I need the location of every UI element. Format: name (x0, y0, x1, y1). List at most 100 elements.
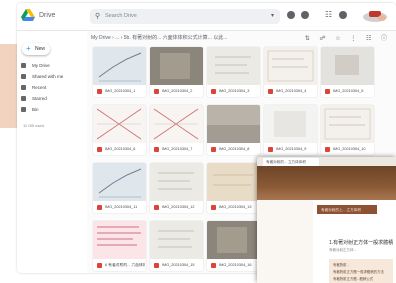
file-thumbnail (93, 47, 146, 85)
file-card[interactable]: IMG_20210304_9 (264, 105, 317, 155)
file-thumbnail (207, 163, 260, 201)
file-name: IMG_20210304_15 (162, 263, 195, 267)
file-card[interactable]: IMG_20210304_6 (93, 105, 146, 155)
breadcrumb: My Drive › ... › 5b. 有著对射的... 六面体体积公式计算.… (91, 33, 391, 43)
file-thumbnail (321, 105, 374, 143)
file-card[interactable]: IMG_20210304_5 (321, 47, 374, 97)
file-thumbnail (264, 105, 317, 143)
file-card[interactable]: IMG_20210304_2 (150, 47, 203, 97)
file-card[interactable]: IMG_20210304_1 (93, 47, 146, 97)
shared-icon (21, 74, 26, 79)
pdf-file-icon (154, 89, 159, 94)
trash-icon (21, 107, 26, 112)
new-button[interactable]: + New (22, 43, 50, 55)
preview-margin (257, 200, 313, 283)
sidebar: + New My Drive Shared with me Recent Sta… (17, 31, 87, 273)
preview-tab[interactable]: 有著对射的... 立方体体积 (263, 158, 319, 166)
file-card[interactable]: IMG_20210304_7 (150, 105, 203, 155)
storage-label: 11 GB used (23, 123, 44, 128)
file-name: IMG_20210304_6 (105, 147, 136, 151)
drive-logo-icon (21, 9, 35, 21)
preview-hero-image (257, 166, 396, 200)
preview-line: 有著對射正方體一般求體積的方法 (333, 270, 384, 274)
file-card[interactable]: IMG_20210304_13 (207, 163, 260, 213)
file-name: IMG_20210304_9 (276, 147, 307, 151)
preview-line: 有著對射... (333, 263, 350, 267)
search-placeholder: Search Drive (105, 13, 137, 19)
file-thumbnail (207, 221, 260, 259)
preview-subtitle: 有著对射正方体... (329, 248, 357, 252)
screenshot-stage: Drive ⚲ Search Drive ▾ ☷ + New My Drive … (0, 0, 396, 283)
file-thumbnail (207, 105, 260, 143)
file-thumbnail (150, 105, 203, 143)
file-card[interactable]: IMG_20210304_8 (207, 105, 260, 155)
file-name: IMG_20210304_3 (219, 89, 250, 93)
search-icon: ⚲ (95, 13, 101, 20)
pdf-file-icon (211, 147, 216, 152)
file-thumbnail (93, 221, 146, 259)
file-name: IMG_20210304_10 (333, 147, 366, 151)
preview-content-box: 有著對射... 有著對射正方體一般求體積的方法 有著對射正方體...體積公式 (329, 259, 393, 283)
pdf-file-icon (97, 89, 102, 94)
pdf-file-icon (154, 147, 159, 152)
pdf-file-icon (211, 205, 216, 210)
plus-icon: + (26, 44, 31, 53)
pdf-file-icon (211, 89, 216, 94)
pdf-file-icon (268, 89, 273, 94)
file-name: IMG_20210304_7 (162, 147, 193, 151)
sidebar-item-bin[interactable]: Bin (20, 105, 80, 115)
sidebar-item-label: Recent (32, 85, 47, 90)
pdf-file-icon (211, 263, 216, 268)
file-thumbnail (321, 47, 374, 85)
breadcrumb-path[interactable]: My Drive › ... › 5b. 有著对射的... 六面体体积公式计算.… (91, 34, 227, 41)
file-name: 6 有著对射的... 六面体体积公式计算 以此... (105, 263, 145, 267)
file-name: IMG_20210304_12 (162, 205, 195, 209)
apps-grid-icon[interactable]: ☷ (325, 11, 332, 19)
file-name: IMG_20210304_11 (105, 205, 138, 209)
sidebar-item-my-drive[interactable]: My Drive (20, 61, 80, 71)
file-card[interactable]: IMG_20210304_16 (207, 221, 260, 271)
avatar[interactable] (362, 9, 388, 23)
sidebar-item-starred[interactable]: Starred (20, 94, 80, 104)
file-name: IMG_20210304_2 (162, 89, 193, 93)
file-card[interactable]: IMG_20210304_10 (321, 105, 374, 155)
star-icon (21, 96, 26, 101)
app-brand: Drive (39, 12, 56, 19)
view-toolbar[interactable]: ⇅ ☍ ☆ ⋮ ☷ ⓘ (305, 33, 391, 42)
file-card[interactable]: 6 有著对射的... 六面体体积公式计算 以此... (93, 221, 146, 271)
pdf-file-icon (97, 147, 102, 152)
new-button-label: New (35, 46, 46, 52)
file-thumbnail (93, 105, 146, 143)
file-name: IMG_20210304_8 (219, 147, 250, 151)
pdf-file-icon (97, 263, 102, 268)
preview-tab-bar: 有著对射的... 立方体体积 (257, 157, 396, 166)
file-card[interactable]: IMG_20210304_15 (150, 221, 203, 271)
account-icon[interactable] (339, 11, 347, 19)
my-drive-icon (21, 63, 26, 68)
settings-icon[interactable] (301, 11, 309, 19)
pdf-file-icon (325, 147, 330, 152)
pdf-file-icon (325, 89, 330, 94)
pdf-file-icon (268, 147, 273, 152)
file-name: IMG_20210304_1 (105, 89, 136, 93)
file-card[interactable]: IMG_20210304_11 (93, 163, 146, 213)
file-card[interactable]: IMG_20210304_3 (207, 47, 260, 97)
pdf-file-icon (154, 263, 159, 268)
file-thumbnail (207, 47, 260, 85)
file-name: IMG_20210304_13 (219, 205, 252, 209)
search-options-icon[interactable]: ▾ (271, 12, 274, 19)
sidebar-item-recent[interactable]: Recent (20, 83, 80, 93)
file-thumbnail (150, 47, 203, 85)
pdf-file-icon (154, 205, 159, 210)
search-input[interactable]: ⚲ Search Drive ▾ (90, 9, 280, 24)
preview-line: 有著對射正方體...體積公式 (333, 277, 374, 281)
sidebar-item-label: My Drive (32, 63, 50, 68)
help-icon[interactable] (287, 11, 295, 19)
sidebar-item-shared[interactable]: Shared with me (20, 72, 80, 82)
file-card[interactable]: IMG_20210304_12 (150, 163, 203, 213)
browser-preview-window: 有著对射的... 立方体体积 有著对射的上... 立方体积 1.有著对射正方体一… (257, 157, 396, 283)
top-bar: Drive ⚲ Search Drive ▾ ☷ (17, 3, 396, 31)
file-card[interactable]: IMG_20210304_4 (264, 47, 317, 97)
preview-title: 1.有著对射正方体一般求體積的 (329, 240, 393, 246)
file-thumbnail (150, 163, 203, 201)
